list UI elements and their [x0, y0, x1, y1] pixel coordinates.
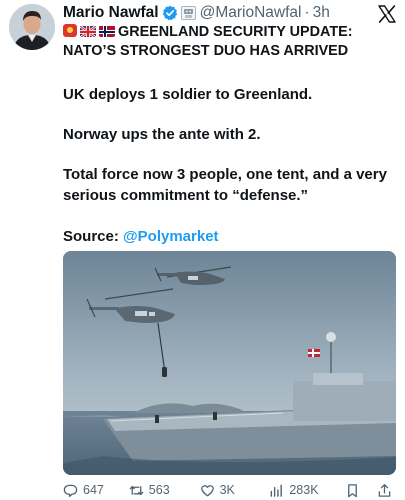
repost-button[interactable]: 563: [129, 483, 200, 498]
heart-icon: [200, 484, 214, 496]
tweet-media-image[interactable]: [63, 251, 396, 475]
verified-badge-icon: [162, 5, 178, 21]
norway-flag-icon: [99, 25, 115, 37]
headline-text-1: GREENLAND SECURITY UPDATE:: [118, 24, 353, 40]
like-button[interactable]: 3K: [200, 483, 270, 498]
tweet-paragraph-1: UK deploys 1 soldier to Greenland.: [63, 86, 313, 103]
share-icon: [378, 483, 391, 497]
reply-button[interactable]: 647: [63, 483, 129, 498]
bookmark-icon: [348, 483, 358, 497]
tweet[interactable]: Mario Nawfal @MarioNawfal · 3h GREENLAND…: [0, 0, 405, 500]
tweet-paragraph-2: Norway ups the ante with 2.: [63, 126, 261, 143]
reply-count: 647: [83, 483, 104, 497]
source-label: Source:: [63, 228, 119, 245]
source-mention-link[interactable]: @Polymarket: [123, 228, 219, 245]
like-count: 3K: [219, 483, 235, 497]
views-button[interactable]: 283K: [269, 483, 345, 498]
share-button[interactable]: [377, 483, 397, 498]
automated-account-icon: [180, 6, 196, 20]
x-logo-icon[interactable]: [377, 4, 397, 24]
headline-line-2: NATO’S STRONGEST DUO HAS ARRIVED: [63, 43, 349, 59]
views-count: 283K: [289, 483, 319, 497]
views-icon: [271, 484, 283, 497]
tweet-paragraph-3: Total force now 3 people, one tent, and …: [63, 166, 387, 204]
tweet-source: Source: @Polymarket: [63, 226, 393, 247]
author-name[interactable]: Mario Nawfal: [63, 4, 159, 22]
avatar[interactable]: [9, 4, 55, 50]
tweet-action-bar: 647 563 3K 283K: [63, 481, 397, 499]
timestamp[interactable]: 3h: [313, 4, 330, 22]
separator-dot: ·: [304, 4, 310, 21]
siren-icon: [63, 24, 77, 37]
repost-icon: [129, 485, 144, 495]
bookmark-button[interactable]: [345, 483, 377, 498]
uk-flag-icon: [80, 25, 96, 37]
repost-count: 563: [148, 483, 170, 497]
tweet-headline: GREENLAND SECURITY UPDATE: NATO’S STRONG…: [63, 23, 397, 61]
reply-icon: [63, 484, 78, 497]
tweet-header: Mario Nawfal @MarioNawfal · 3h: [63, 3, 375, 23]
author-handle[interactable]: @MarioNawfal: [200, 4, 302, 22]
headline-line-1: GREENLAND SECURITY UPDATE:: [63, 23, 397, 42]
